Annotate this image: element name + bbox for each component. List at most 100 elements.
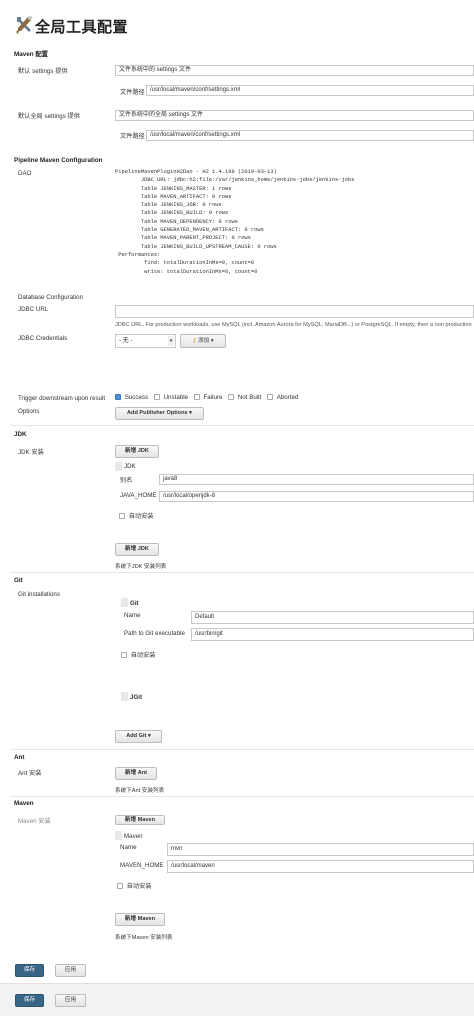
global-settings-label: 默认全局 settings 提供 [18,113,80,120]
maven-auto-install-label: 自动安装 [126,883,152,890]
add-credentials-label: 添加 [198,338,210,344]
jdbc-credentials-value: - 无 - [119,338,133,344]
trigger-options: Success Unstable Failure Not Built Abort… [115,394,302,401]
chevron-down-icon: ▾ [189,410,192,416]
dao-line: Table JENKINS_MASTER: 1 rows [115,185,232,192]
ant-list-note: 系统下Ant 安装列表 [115,788,165,794]
git-name-input[interactable]: Default [191,611,474,624]
jdk-entry-title: JDK [124,463,136,470]
git-name-label: Name [124,612,141,619]
git-path-input[interactable]: /usr/bin/git [191,628,474,641]
jdbc-url-hint: JDBC URL. For production workloads, use … [115,322,472,328]
trigger-label: Trigger downstream upon result [18,395,106,402]
jdk-list-note: 系统下JDK 安装列表 [115,564,167,570]
maven-auto-install-checkbox[interactable] [117,883,123,890]
jdbc-credentials-select[interactable]: - 无 - ▾ [115,334,176,348]
maven-config-heading: Maven 配置 [14,51,48,58]
ant-install-label: Ant 安装 [18,770,42,777]
drag-handle[interactable] [115,831,122,840]
dao-line: Table MAVEN_PARENT_PROJECT: 0 rows [115,235,251,242]
jdk-auto-install-checkbox[interactable] [119,513,125,520]
dao-line: Table JENKINS_BUILD: 0 rows [115,210,229,217]
maven-entry-title: Maven [124,833,143,840]
dao-line: Table JENKINS_JOB: 0 rows [115,202,222,209]
git-entry-title: Git [130,600,139,607]
git-installations-label: Git installations [18,591,60,598]
dao-line: Table JENKINS_BUILD_UPSTREAM_CAUSE: 0 ro… [115,243,277,250]
jgit-entry-title: JGit [130,694,143,701]
add-git-label: Add Git [126,733,147,739]
dao-label: DAO [18,170,32,177]
add-jdk-button-top[interactable]: 新增 JDK [115,445,159,458]
trigger-unstable-checkbox[interactable] [153,394,160,401]
jdk-heading: JDK [14,431,27,438]
default-path-label: 文件路径 [120,89,145,96]
add-publisher-options-button[interactable]: Add Publisher Options ▾ [115,407,204,420]
jdbc-credentials-label: JDBC Credentials [18,335,68,342]
jdk-install-label: JDK 安装 [18,449,44,456]
dao-line: Table MAVEN_DEPENDENCY: 0 rows [115,218,238,225]
apply-button[interactable]: 应用 [55,964,86,977]
add-credentials-button[interactable]: ⚷ 添加 ▾ [180,334,226,348]
jdbc-url-input[interactable] [115,305,474,318]
trigger-success-checkbox[interactable] [115,394,121,401]
add-ant-button[interactable]: 新增 Ant [115,767,157,780]
git-auto-install-checkbox[interactable] [121,652,127,659]
drag-handle[interactable] [121,692,128,701]
maven-list-note: 系统下Maven 安装列表 [115,935,173,941]
git-auto-install-label: 自动安装 [130,652,156,659]
maven-name-label: Name [120,844,137,851]
default-path-input[interactable]: /usr/local/maven/conf/settings.xml [146,85,474,96]
add-publisher-options-label: Add Publisher Options [127,410,188,416]
dao-text: PipelineMavenPluginH2Dao - H2 1.4.199 (2… [115,168,354,276]
chevron-down-icon: ▾ [168,336,174,346]
dao-line: find: totalDurationInMs=0, count=0 [115,260,255,267]
git-heading: Git [14,577,23,584]
jdk-auto-install: 自动安装 [119,511,153,520]
default-settings-select[interactable]: 文件系统中的 settings 文件 [115,65,474,76]
trigger-unstable-label: Unstable [163,394,189,401]
options-label: Options [18,408,40,415]
global-path-label: 文件路径 [120,133,145,140]
default-settings-label: 默认 settings 提供 [18,68,68,75]
jdk-alias-input[interactable]: java8 [159,474,474,485]
page-title: 全局工具配置 [35,19,129,36]
trigger-aborted-label: Aborted [276,394,299,401]
dao-line: Table MAVEN_ARTIFACT: 0 rows [115,193,232,200]
drag-handle[interactable] [115,462,122,471]
trigger-aborted-checkbox[interactable] [267,394,273,401]
jdbc-url-label: JDBC URL [18,306,49,313]
save-button-sticky[interactable]: 保存 [15,994,44,1007]
dao-line: Table GENERATED_MAVEN_ARTIFACT: 0 rows [115,227,264,234]
maven-auto-install: 自动安装 [117,881,151,890]
dao-line: Performances: [115,251,161,258]
maven-name-input[interactable]: mvn [167,843,474,856]
apply-button-sticky[interactable]: 应用 [55,994,86,1007]
dao-line: JDBC URL: jdbc:h2:file:/var/jenkins_home… [115,177,355,184]
add-jdk-button-bottom[interactable]: 新增 JDK [115,543,159,556]
trigger-failure-label: Failure [203,394,223,401]
chevron-down-icon: ▾ [210,338,214,344]
divider [10,572,474,573]
trigger-notbuilt-checkbox[interactable] [228,394,235,401]
git-path-label: Path to Git executable [124,630,185,637]
global-path-input[interactable]: /usr/local/maven/conf/settings.xml [146,130,474,141]
drag-handle[interactable] [121,598,128,607]
maven-install-label: Maven 安装 [18,818,51,825]
global-settings-select[interactable]: 文件系统中的全局 settings 文件 [115,110,474,121]
divider [10,796,474,797]
maven-home-label: MAVEN_HOME [120,862,164,869]
java-home-input[interactable]: /usr/local/openjdk-8 [159,491,474,502]
add-git-button[interactable]: Add Git ▾ [115,730,162,743]
trigger-success-label: Success [124,394,149,401]
save-button[interactable]: 保存 [15,964,44,977]
maven-home-input[interactable]: /usr/local/maven [167,860,474,873]
trigger-failure-checkbox[interactable] [193,394,200,401]
maven-heading: Maven [14,800,34,807]
dao-line: write: totalDurationInMs=0, count=0 [115,268,258,275]
add-maven-button-bottom[interactable]: 新增 Maven [115,913,165,926]
dao-line: PipelineMavenPluginH2Dao - H2 1.4.199 (2… [115,169,277,175]
add-maven-button-top[interactable]: 新增 Maven [115,815,165,825]
jdk-auto-install-label: 自动安装 [128,513,154,520]
pipeline-heading: Pipeline Maven Configuration [14,157,103,164]
